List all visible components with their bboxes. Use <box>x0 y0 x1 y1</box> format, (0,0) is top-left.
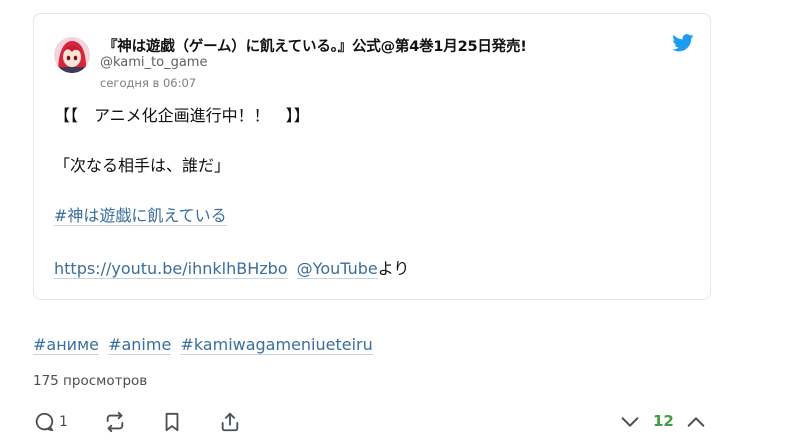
post-rating: 12 <box>653 412 674 430</box>
repost-button[interactable] <box>104 408 126 436</box>
twitter-bird-icon[interactable] <box>672 34 694 52</box>
tweet-mention-link[interactable]: @YouTube <box>296 259 378 279</box>
bookmark-icon <box>162 411 182 433</box>
tweet-hashtag-link[interactable]: #神は遊戯に飢えている <box>54 206 227 226</box>
post-tags: #аниме #anime #kamiwagameniueteiru <box>33 334 377 356</box>
upvote-button[interactable] <box>685 408 707 436</box>
tweet-line-announcement: 【【 アニメ化企画進行中！！ 】】 <box>54 106 310 125</box>
comment-icon <box>33 411 55 433</box>
share-button[interactable] <box>219 408 241 436</box>
share-icon <box>219 411 241 433</box>
embedded-tweet-card[interactable]: 『神は遊戯（ゲーム）に飢えている。』公式@第4巻1月25日発売! @kami_t… <box>33 13 711 300</box>
tweet-timestamp[interactable]: сегодня в 06:07 <box>100 76 196 90</box>
chevron-up-icon <box>685 411 707 433</box>
tag-link[interactable]: #аниме <box>33 335 99 355</box>
repost-icon <box>104 411 126 433</box>
post-page: 『神は遊戯（ゲーム）に飢えている。』公式@第4巻1月25日発売! @kami_t… <box>0 0 801 448</box>
views-count: 175 просмотров <box>33 373 148 389</box>
tweet-youtube-url-link[interactable]: https://youtu.be/ihnklhBHzbo <box>54 259 288 279</box>
chevron-down-icon <box>619 411 641 433</box>
avatar-image <box>54 37 90 73</box>
avatar[interactable] <box>54 37 90 73</box>
comment-count: 1 <box>59 414 68 430</box>
comments-button[interactable]: 1 <box>33 408 68 436</box>
tweet-line-quote: 「次なる相手は、誰だ」 <box>54 156 231 175</box>
post-action-bar: 1 12 <box>33 408 723 436</box>
bookmark-button[interactable] <box>162 408 182 436</box>
tag-link[interactable]: #anime <box>108 335 172 355</box>
tag-link[interactable]: #kamiwagameniueteiru <box>180 335 373 355</box>
tweet-author-handle[interactable]: @kami_to_game <box>100 55 207 70</box>
tweet-author-name[interactable]: 『神は遊戯（ゲーム）に飢えている。』公式@第4巻1月25日発売! <box>103 35 527 56</box>
downvote-button[interactable] <box>619 408 641 436</box>
tweet-url-suffix: より <box>377 259 410 278</box>
